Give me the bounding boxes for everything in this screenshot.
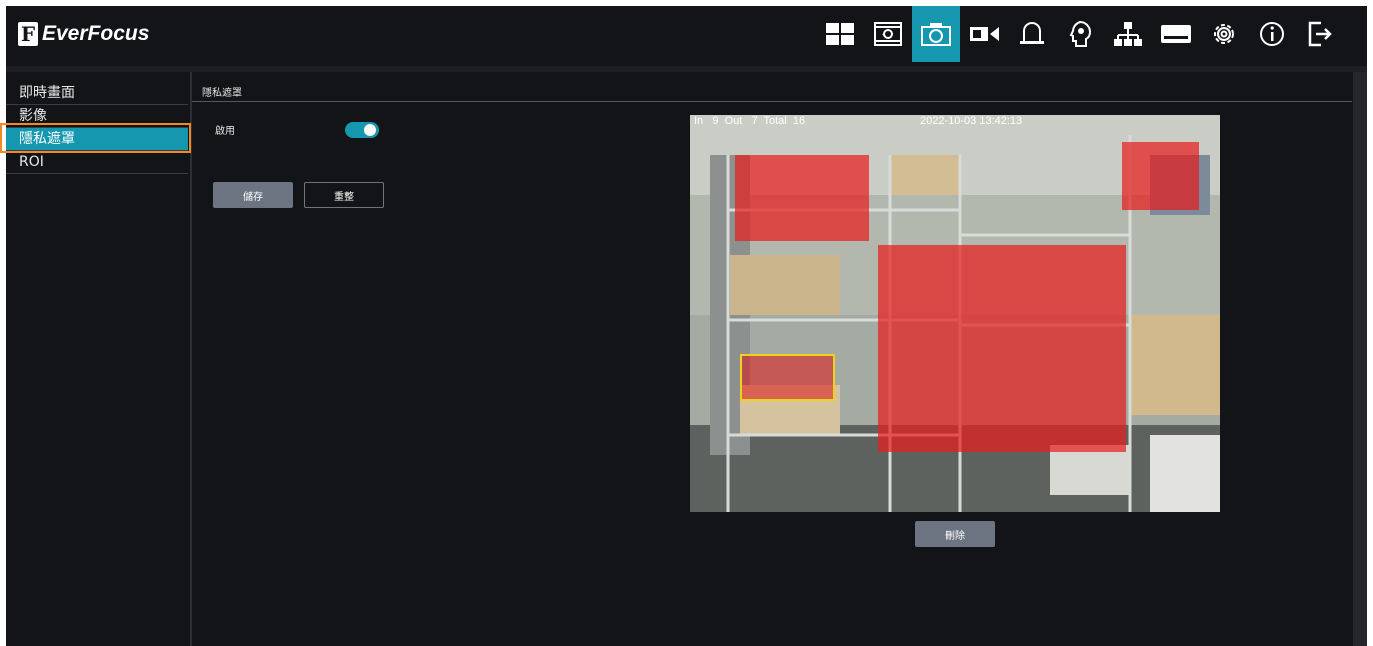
brand-mark: F (18, 22, 38, 46)
video-preview[interactable]: In 9 Out 7 Total 16 2022-10-03 13:42:13 (690, 115, 1220, 512)
sidebar-item-live-view[interactable]: 即時畫面 (6, 82, 188, 105)
sidebar-item-roi[interactable]: ROI (6, 151, 188, 174)
privacy-mask-area[interactable] (735, 155, 869, 241)
osd-timestamp: 2022-10-03 13:42:13 (920, 115, 1023, 127)
delete-button[interactable]: 刪除 (915, 521, 995, 547)
ai-analytics-icon[interactable] (1056, 6, 1104, 62)
privacy-mask-area[interactable] (1122, 142, 1199, 210)
network-icon[interactable] (1104, 6, 1152, 62)
top-bar: F EverFocus (6, 6, 1367, 62)
layout-grid-icon[interactable] (816, 6, 864, 62)
camera-icon[interactable] (912, 6, 960, 62)
storage-icon[interactable] (1152, 6, 1200, 62)
alarm-bell-icon[interactable] (1008, 6, 1056, 62)
refresh-button[interactable]: 重整 (304, 182, 384, 208)
brand-logo: F EverFocus (18, 20, 149, 48)
page-title: 隱私遮罩 (202, 88, 242, 99)
privacy-mask-area[interactable] (878, 245, 1126, 452)
selected-privacy-mask[interactable] (740, 354, 835, 401)
app-window: F EverFocus 即時畫面 影像 隱私遮罩 ROI 隱私遮罩 啟用 儲存 … (0, 6, 1367, 646)
playback-icon[interactable] (864, 6, 912, 62)
selection-highlight-frame (0, 123, 191, 153)
save-button[interactable]: 儲存 (213, 182, 293, 208)
toggle-knob (364, 124, 376, 136)
info-icon[interactable] (1248, 6, 1296, 62)
title-divider (192, 101, 1352, 102)
enable-toggle[interactable] (345, 122, 379, 138)
brand-name: EverFocus (42, 22, 150, 45)
main-panel: 隱私遮罩 啟用 儲存 重整 In 9 Out 7 Total 16 2022-1… (192, 72, 1367, 646)
osd-people-count: In 9 Out 7 Total 16 (694, 115, 806, 127)
enable-label: 啟用 (215, 126, 235, 137)
settings-gear-icon[interactable] (1200, 6, 1248, 62)
logout-icon[interactable] (1296, 6, 1344, 62)
video-record-icon[interactable] (960, 6, 1008, 62)
sidebar: 即時畫面 影像 隱私遮罩 ROI (6, 72, 192, 646)
vertical-scrollbar[interactable] (1353, 72, 1367, 646)
